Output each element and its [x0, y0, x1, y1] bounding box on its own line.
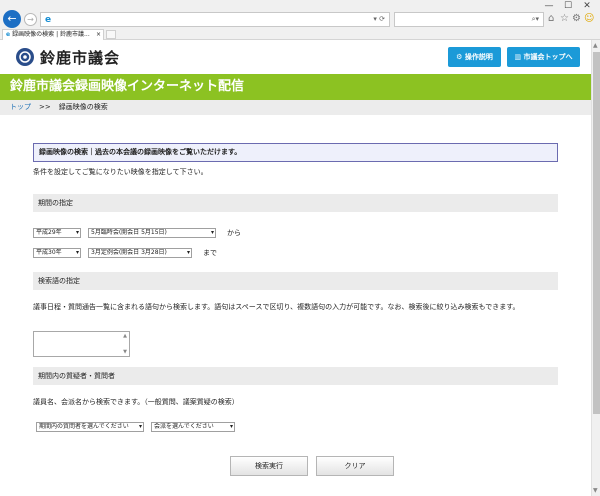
breadcrumb-separator: >> [39, 103, 51, 111]
new-tab-button[interactable] [106, 30, 116, 39]
ie-icon: e [45, 15, 52, 25]
scroll-up-icon[interactable]: ▲ [123, 333, 127, 339]
address-bar[interactable]: e ▾ ⟳ [40, 12, 390, 27]
page-banner: 鈴鹿市議会録画映像インターネット配信 [0, 74, 591, 100]
forward-arrow-icon: → [27, 15, 34, 24]
to-session-select[interactable]: 3月定例会(開会日 3月28日) ▾ [88, 248, 192, 258]
browser-tab[interactable]: e 録画映像の検索 | 鈴鹿市議... × [2, 29, 104, 40]
forward-button[interactable]: → [24, 13, 37, 26]
to-session-value: 3月定例会(開会日 3月28日) [91, 249, 167, 256]
member-select-value: 期間内の質問者を選んでください [39, 423, 129, 430]
star-icon[interactable]: ☆ [560, 13, 569, 24]
maximize-button[interactable]: ☐ [558, 1, 578, 11]
chevron-down-icon: ▾ [210, 229, 214, 236]
page-heading: 録画映像の検索｜過去の本会議の録画映像をご覧いただけます。 [33, 143, 558, 162]
scrollbar-thumb[interactable] [593, 52, 600, 414]
scroll-down-icon[interactable]: ▼ [123, 349, 127, 355]
questioner-description: 議員名、会派名から検索できます。（一般質問、議案質疑の検索） [33, 398, 239, 406]
council-top-button[interactable]: ▥ 市議会トップへ [507, 47, 580, 67]
home-icon[interactable]: ⌂ [548, 13, 554, 24]
chevron-down-icon: ▾ [75, 229, 79, 236]
scroll-up-icon[interactable]: ▲ [593, 42, 598, 49]
search-execute-button[interactable]: 検索実行 [230, 456, 308, 476]
city-emblem-icon [16, 48, 34, 66]
member-select[interactable]: 期間内の質問者を選んでください ▾ [36, 422, 144, 432]
chevron-down-icon: ▾ [75, 249, 79, 256]
keyword-section-heading: 検索語の指定 [33, 272, 558, 290]
site-name[interactable]: 鈴鹿市議会 [40, 47, 120, 68]
refresh-icon[interactable]: ▾ ⟳ [373, 15, 385, 23]
browser-chrome: — ☐ ✕ ← → e ▾ ⟳ ⌕▾ ⌂ ☆ ⚙ ☺ e 録画映像の検索 | 鈴… [0, 0, 600, 40]
operation-guide-button[interactable]: ⚙ 操作説明 [448, 47, 501, 67]
faction-select[interactable]: 会派を選んでください ▾ [151, 422, 235, 432]
breadcrumb-current: 録画映像の検索 [58, 103, 108, 111]
back-arrow-icon: ← [7, 12, 17, 25]
page-scrollbar[interactable]: ▲ ▼ [591, 40, 600, 496]
breadcrumb: トップ >> 録画映像の検索 [0, 100, 591, 115]
period-section-heading: 期間の指定 [33, 194, 558, 212]
gear-icon: ⚙ [456, 53, 465, 61]
from-year-select[interactable]: 平成29年 ▾ [33, 228, 81, 238]
back-button[interactable]: ← [3, 10, 21, 28]
chevron-down-icon: ▾ [138, 423, 142, 430]
search-icon[interactable]: ⌕▾ [532, 15, 539, 24]
operation-guide-label: 操作説明 [464, 53, 493, 61]
questioner-section-heading: 期間内の質疑者・質問者 [33, 367, 558, 385]
scroll-down-icon[interactable]: ▼ [593, 487, 598, 494]
faction-select-value: 会派を選んでください [154, 423, 214, 430]
smiley-icon[interactable]: ☺ [584, 13, 594, 24]
from-year-value: 平成29年 [36, 229, 62, 236]
site-header: 鈴鹿市議会 ⚙ 操作説明 ▥ 市議会トップへ [0, 40, 591, 74]
from-session-value: 5月臨時会(開会日 5月15日) [91, 229, 167, 236]
keyword-description: 議事日程・質問通告一覧に含まれる語句から検索します。語句はスペースで区切り、複数… [33, 303, 520, 311]
gear-icon[interactable]: ⚙ [572, 13, 581, 24]
search-box[interactable]: ⌕▾ [394, 12, 544, 27]
intro-text: 条件を設定してご覧になりたい映像を指定して下さい。 [33, 168, 208, 176]
minimize-button[interactable]: — [539, 1, 559, 11]
from-suffix: から [227, 229, 241, 237]
to-year-value: 平成30年 [36, 249, 62, 256]
window-close-button[interactable]: ✕ [577, 1, 597, 11]
keyword-input[interactable]: ▲ ▼ [33, 331, 130, 357]
tab-label: 録画映像の検索 | 鈴鹿市議... [12, 31, 90, 38]
to-year-select[interactable]: 平成30年 ▾ [33, 248, 81, 258]
clear-button[interactable]: クリア [316, 456, 394, 476]
chevron-down-icon: ▾ [186, 249, 190, 256]
page-viewport: 鈴鹿市議会 ⚙ 操作説明 ▥ 市議会トップへ 鈴鹿市議会録画映像インターネット配… [0, 40, 591, 496]
from-session-select[interactable]: 5月臨時会(開会日 5月15日) ▾ [88, 228, 216, 238]
council-top-label: 市議会トップへ [523, 53, 573, 61]
chart-icon: ▥ [514, 53, 524, 61]
breadcrumb-home-link[interactable]: トップ [10, 103, 31, 111]
to-suffix: まで [203, 249, 217, 257]
tab-close-icon[interactable]: × [96, 30, 101, 40]
chevron-down-icon: ▾ [229, 423, 233, 430]
